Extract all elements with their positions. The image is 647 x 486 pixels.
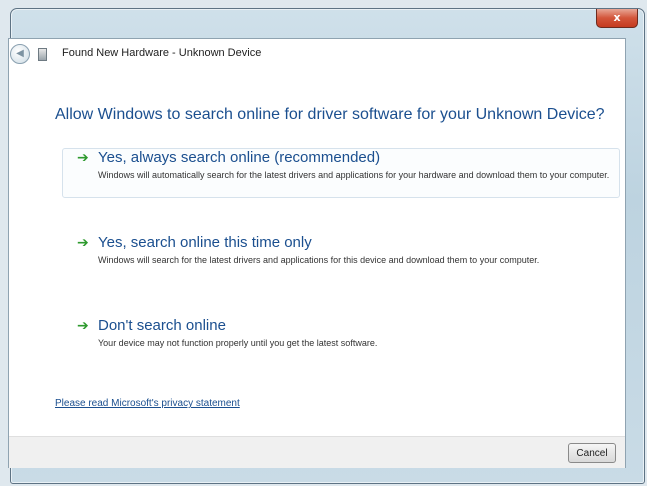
option-title: Don't search online bbox=[98, 317, 226, 334]
dialog-footer: Cancel bbox=[9, 436, 625, 468]
close-button[interactable]: x bbox=[596, 9, 638, 28]
option-always-search-online[interactable]: ➔ Yes, always search online (recommended… bbox=[62, 148, 620, 198]
cancel-button[interactable]: Cancel bbox=[568, 443, 616, 463]
option-dont-search[interactable]: ➔ Don't search online Your device may no… bbox=[62, 316, 620, 354]
hardware-device-icon bbox=[38, 48, 47, 61]
main-instruction: Allow Windows to search online for drive… bbox=[55, 106, 605, 123]
window-title: Found New Hardware - Unknown Device bbox=[62, 47, 262, 59]
option-description: Your device may not function properly un… bbox=[98, 338, 378, 348]
option-description: Windows will automatically search for th… bbox=[98, 170, 610, 180]
option-title: Yes, search online this time only bbox=[98, 234, 312, 251]
green-arrow-icon: ➔ bbox=[77, 318, 89, 334]
green-arrow-icon: ➔ bbox=[77, 235, 89, 251]
title-bar[interactable]: x bbox=[11, 9, 644, 39]
green-arrow-icon: ➔ bbox=[77, 150, 89, 166]
back-arrow-icon[interactable]: ◀ bbox=[10, 44, 30, 64]
option-title: Yes, always search online (recommended) bbox=[98, 149, 381, 166]
privacy-statement-link[interactable]: Please read Microsoft's privacy statemen… bbox=[55, 398, 240, 409]
option-search-this-time[interactable]: ➔ Yes, search online this time only Wind… bbox=[62, 233, 620, 283]
option-description: Windows will search for the latest drive… bbox=[98, 255, 540, 265]
